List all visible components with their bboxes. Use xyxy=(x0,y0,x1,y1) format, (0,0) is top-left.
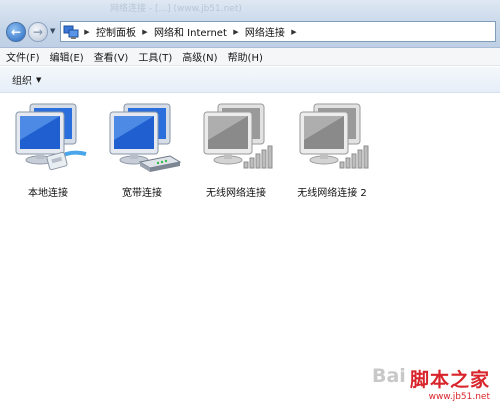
window-chrome: 网络连接 - [...] (www.jb51.net) ← → ▼ ▶ 控制面板… xyxy=(0,0,500,48)
command-bar: 组织 ▼ xyxy=(0,67,500,93)
chevron-down-icon: ▼ xyxy=(36,75,42,84)
connection-label: 无线网络连接 xyxy=(206,188,266,199)
back-arrow-icon: ← xyxy=(10,25,22,39)
connection-tile-wireless[interactable]: 无线网络连接 xyxy=(194,100,278,199)
network-connections-icon xyxy=(61,22,81,41)
forward-arrow-icon: → xyxy=(32,25,44,39)
watermark: Bai 脚本之家 www.jb51.net xyxy=(372,365,490,402)
breadcrumb-control-panel[interactable]: 控制面板 xyxy=(93,24,139,39)
back-button[interactable]: ← xyxy=(6,22,26,42)
lan-cable-icon xyxy=(46,150,87,171)
network-monitors-icon xyxy=(194,100,278,180)
connection-label: 本地连接 xyxy=(28,188,68,199)
window-title: 网络连接 - [...] (www.jb51.net) xyxy=(110,4,242,14)
breadcrumb-separator-icon[interactable]: ▶ xyxy=(139,28,151,36)
network-monitors-icon xyxy=(100,100,184,180)
menu-advanced[interactable]: 高级(N) xyxy=(177,49,222,64)
connections-view: 本地连接 宽带连接 无线网络连接 无线网络连接 2 Bai 脚本之家 www.j… xyxy=(0,94,500,408)
organize-label: 组织 xyxy=(12,76,32,87)
watermark-ghost: Bai xyxy=(371,365,406,387)
menu-help[interactable]: 帮助(H) xyxy=(223,49,268,64)
breadcrumb-separator-icon[interactable]: ▶ xyxy=(288,28,300,36)
connection-tile-wireless-2[interactable]: 无线网络连接 2 xyxy=(290,100,374,199)
forward-button[interactable]: → xyxy=(28,22,48,42)
organize-button[interactable]: 组织 ▼ xyxy=(12,72,42,88)
breadcrumb-network-internet[interactable]: 网络和 Internet xyxy=(151,24,230,39)
menu-view[interactable]: 查看(V) xyxy=(89,49,134,64)
address-bar[interactable]: ▶ 控制面板 ▶ 网络和 Internet ▶ 网络连接 ▶ xyxy=(60,21,496,42)
modem-icon xyxy=(138,155,182,172)
menu-file[interactable]: 文件(F) xyxy=(0,49,45,64)
connection-tile-broadband[interactable]: 宽带连接 xyxy=(100,100,184,199)
connection-tile-local[interactable]: 本地连接 xyxy=(6,100,90,199)
network-monitors-icon xyxy=(290,100,374,180)
wireless-signal-icon xyxy=(339,145,369,169)
menu-tools[interactable]: 工具(T) xyxy=(133,49,177,64)
breadcrumb-separator-icon[interactable]: ▶ xyxy=(81,28,93,36)
breadcrumb-separator-icon[interactable]: ▶ xyxy=(230,28,242,36)
breadcrumb-network-connections[interactable]: 网络连接 xyxy=(242,24,288,39)
connection-label: 宽带连接 xyxy=(122,188,162,199)
menu-bar: 文件(F) 编辑(E) 查看(V) 工具(T) 高级(N) 帮助(H) xyxy=(0,48,500,66)
watermark-url: www.jb51.net xyxy=(428,392,490,402)
menu-edit[interactable]: 编辑(E) xyxy=(45,49,89,64)
network-monitors-icon xyxy=(6,100,90,180)
wireless-signal-icon xyxy=(243,145,273,169)
connection-label: 无线网络连接 2 xyxy=(297,188,367,199)
watermark-main: 脚本之家 xyxy=(409,369,490,391)
recent-pages-dropdown[interactable]: ▼ xyxy=(50,27,55,35)
